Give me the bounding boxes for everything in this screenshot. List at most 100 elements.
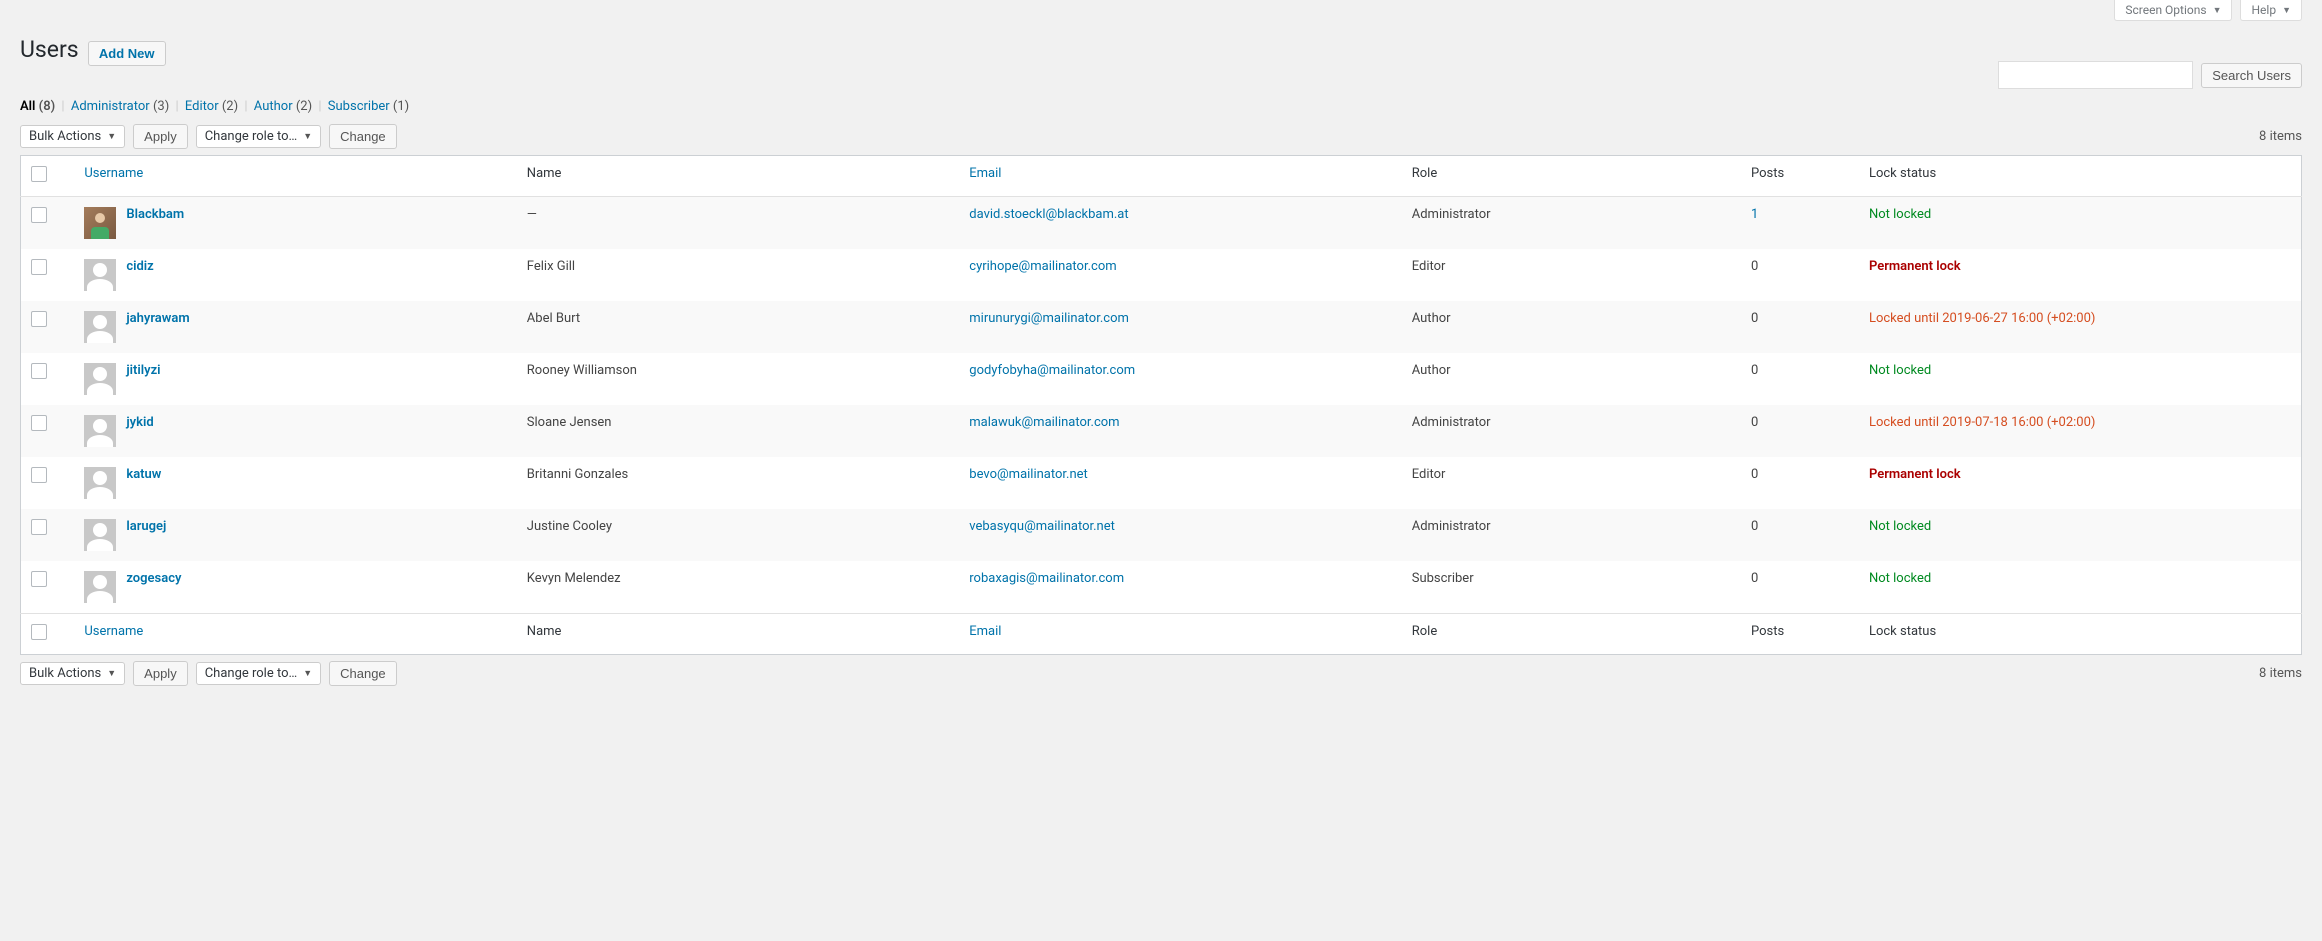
- search-input[interactable]: [1998, 61, 2193, 89]
- apply-button-top[interactable]: Apply: [133, 124, 188, 149]
- username-link[interactable]: larugej: [126, 519, 166, 534]
- avatar: [84, 259, 116, 291]
- posts-count: 0: [1751, 415, 1758, 430]
- screen-options-tab[interactable]: Screen Options ▼: [2114, 0, 2232, 21]
- row-checkbox[interactable]: [31, 467, 47, 483]
- apply-button-bottom[interactable]: Apply: [133, 661, 188, 686]
- filter-all[interactable]: All (8): [20, 99, 55, 114]
- avatar: [84, 467, 116, 499]
- avatar: [84, 519, 116, 551]
- row-checkbox[interactable]: [31, 363, 47, 379]
- chevron-down-icon: ▼: [303, 668, 312, 679]
- change-role-select-bottom[interactable]: Change role to… ▼: [196, 662, 321, 685]
- help-tab[interactable]: Help ▼: [2240, 0, 2302, 21]
- lock-status: Not locked: [1869, 207, 1931, 222]
- posts-count: 0: [1751, 467, 1758, 482]
- email-link[interactable]: robaxagis@mailinator.com: [969, 571, 1124, 586]
- posts-count: 0: [1751, 363, 1758, 378]
- avatar: [84, 571, 116, 603]
- user-role: Editor: [1402, 249, 1741, 301]
- filter-administrator[interactable]: Administrator: [71, 99, 150, 114]
- row-checkbox[interactable]: [31, 571, 47, 587]
- col-footer-lock: Lock status: [1859, 614, 2302, 655]
- table-row: katuw Britanni Gonzales bevo@mailinator.…: [21, 457, 2302, 509]
- username-link[interactable]: jykid: [126, 415, 153, 430]
- email-link[interactable]: vebasyqu@mailinator.net: [969, 519, 1115, 534]
- bulk-actions-select-bottom[interactable]: Bulk Actions ▼: [20, 662, 125, 685]
- page-title: Users: [20, 27, 79, 67]
- chevron-down-icon: ▼: [2282, 5, 2291, 16]
- role-filter: All (8) | Administrator (3) | Editor (2)…: [20, 99, 2302, 114]
- chevron-down-icon: ▼: [107, 131, 116, 142]
- user-name: Abel Burt: [517, 301, 959, 353]
- username-link[interactable]: katuw: [126, 467, 161, 482]
- filter-author[interactable]: Author: [254, 99, 293, 114]
- user-role: Subscriber: [1402, 561, 1741, 614]
- screen-options-label: Screen Options: [2125, 3, 2206, 17]
- user-name: Rooney Williamson: [517, 353, 959, 405]
- username-link[interactable]: cidiz: [126, 259, 153, 274]
- col-footer-username[interactable]: Username: [84, 624, 143, 639]
- username-link[interactable]: zogesacy: [126, 571, 181, 586]
- help-label: Help: [2251, 3, 2276, 17]
- col-footer-role: Role: [1402, 614, 1741, 655]
- email-link[interactable]: mirunurygi@mailinator.com: [969, 311, 1129, 326]
- user-name: Britanni Gonzales: [517, 457, 959, 509]
- username-link[interactable]: jahyrawam: [126, 311, 189, 326]
- email-link[interactable]: cyrihope@mailinator.com: [969, 259, 1116, 274]
- posts-link[interactable]: 1: [1751, 207, 1758, 222]
- lock-status: Locked until 2019-07-18 16:00 (+02:00): [1869, 415, 2095, 430]
- email-link[interactable]: bevo@mailinator.net: [969, 467, 1088, 482]
- row-checkbox[interactable]: [31, 311, 47, 327]
- change-button-top[interactable]: Change: [329, 124, 397, 149]
- row-checkbox[interactable]: [31, 259, 47, 275]
- posts-count: 0: [1751, 571, 1758, 586]
- user-name: Felix Gill: [517, 249, 959, 301]
- items-count-top: 8 items: [2259, 129, 2302, 144]
- row-checkbox[interactable]: [31, 207, 47, 223]
- user-name: Kevyn Melendez: [517, 561, 959, 614]
- table-row: cidiz Felix Gill cyrihope@mailinator.com…: [21, 249, 2302, 301]
- select-all-bottom[interactable]: [31, 624, 47, 640]
- bulk-actions-select-top[interactable]: Bulk Actions ▼: [20, 125, 125, 148]
- col-footer-email[interactable]: Email: [969, 624, 1001, 639]
- lock-status: Not locked: [1869, 571, 1931, 586]
- users-table: Username Name Email Role Posts Lock stat…: [20, 155, 2302, 655]
- lock-status: Permanent lock: [1869, 259, 1961, 274]
- username-link[interactable]: jitilyzi: [126, 363, 160, 378]
- posts-count: 0: [1751, 259, 1758, 274]
- filter-editor[interactable]: Editor: [185, 99, 219, 114]
- chevron-down-icon: ▼: [2213, 5, 2222, 16]
- email-link[interactable]: godyfobyha@mailinator.com: [969, 363, 1135, 378]
- select-all-top[interactable]: [31, 166, 47, 182]
- avatar: [84, 207, 116, 239]
- user-role: Editor: [1402, 457, 1741, 509]
- col-footer-name: Name: [517, 614, 959, 655]
- table-row: jykid Sloane Jensen malawuk@mailinator.c…: [21, 405, 2302, 457]
- avatar: [84, 363, 116, 395]
- user-role: Author: [1402, 353, 1741, 405]
- posts-count: 0: [1751, 311, 1758, 326]
- col-header-username[interactable]: Username: [84, 166, 143, 181]
- user-name: Sloane Jensen: [517, 405, 959, 457]
- table-row: Blackbam — david.stoeckl@blackbam.at Adm…: [21, 197, 2302, 250]
- posts-count: 0: [1751, 519, 1758, 534]
- row-checkbox[interactable]: [31, 415, 47, 431]
- change-button-bottom[interactable]: Change: [329, 661, 397, 686]
- user-role: Administrator: [1402, 197, 1741, 250]
- change-role-select-top[interactable]: Change role to… ▼: [196, 125, 321, 148]
- email-link[interactable]: david.stoeckl@blackbam.at: [969, 207, 1128, 222]
- search-users-button[interactable]: Search Users: [2201, 63, 2302, 88]
- user-role: Author: [1402, 301, 1741, 353]
- row-checkbox[interactable]: [31, 519, 47, 535]
- filter-subscriber[interactable]: Subscriber: [328, 99, 390, 114]
- col-header-lock: Lock status: [1859, 156, 2302, 197]
- username-link[interactable]: Blackbam: [126, 207, 184, 222]
- add-new-button[interactable]: Add New: [88, 41, 166, 66]
- col-header-email[interactable]: Email: [969, 166, 1001, 181]
- avatar: [84, 415, 116, 447]
- user-role: Administrator: [1402, 509, 1741, 561]
- table-row: larugej Justine Cooley vebasyqu@mailinat…: [21, 509, 2302, 561]
- email-link[interactable]: malawuk@mailinator.com: [969, 415, 1119, 430]
- col-header-role: Role: [1402, 156, 1741, 197]
